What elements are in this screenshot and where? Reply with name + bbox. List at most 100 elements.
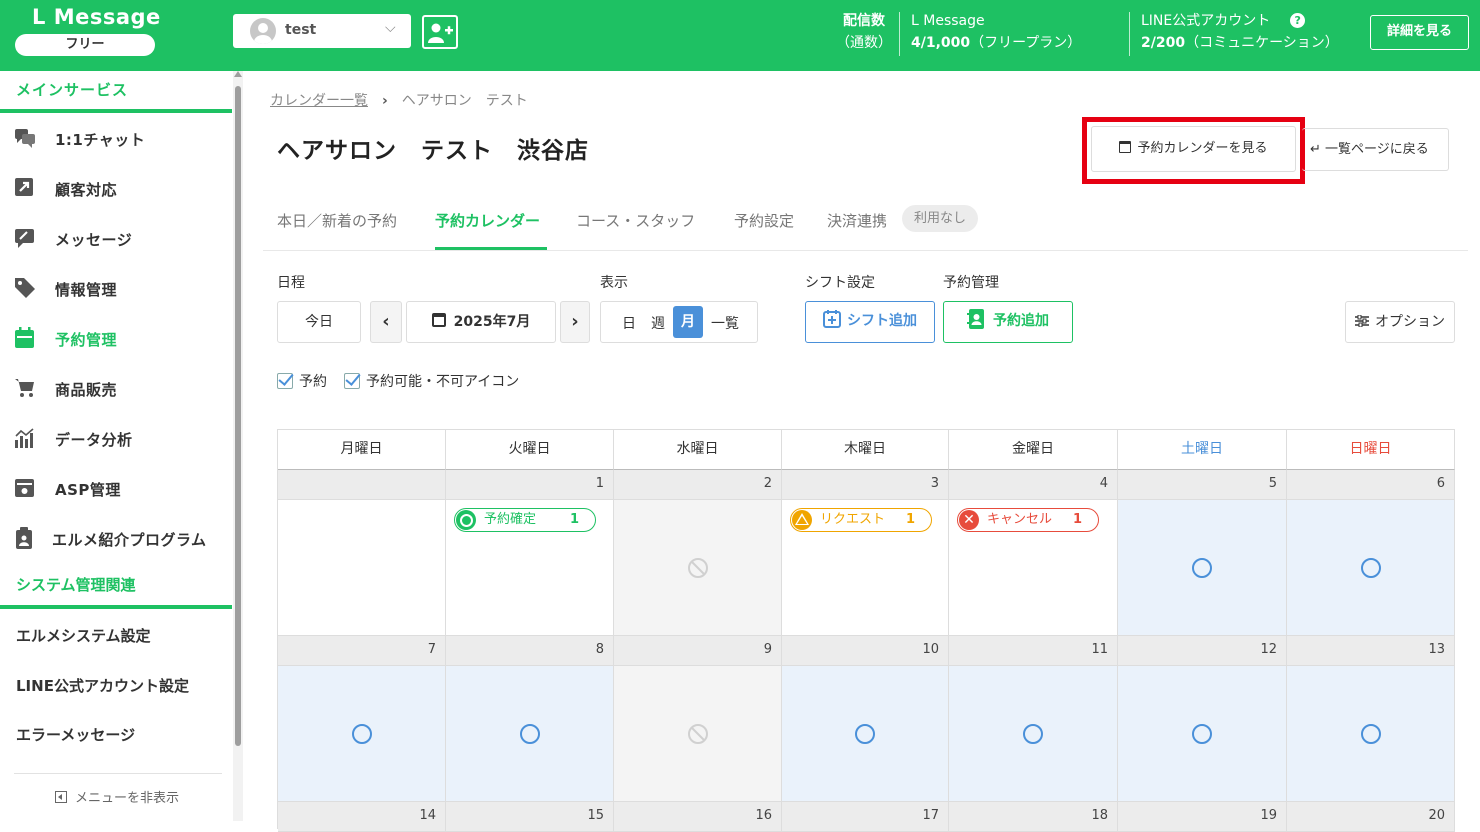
day-cell[interactable]: [949, 666, 1118, 802]
day-cell[interactable]: [446, 666, 614, 802]
sidebar-item-line-settings[interactable]: LINE公式アカウント設定: [16, 675, 189, 696]
request-reservations-pill[interactable]: リクエスト 1: [790, 508, 932, 532]
cart-icon: [15, 379, 34, 397]
day-number: 4: [949, 470, 1118, 500]
day-cell[interactable]: [1118, 500, 1287, 636]
add-shift-button[interactable]: シフト追加: [805, 301, 935, 343]
sidebar-item-referral[interactable]: エルメ紹介プログラム: [0, 519, 232, 559]
page-title: ヘアサロン テスト 渋谷店: [277, 138, 589, 164]
status-badge: 利用なし: [902, 205, 978, 232]
weekday-header: 火曜日: [446, 430, 614, 470]
tab-bar: 本日／新着の予約 予約カレンダー コース・スタッフ 予約設定 決済連携 利用なし: [263, 205, 1468, 251]
day-cell[interactable]: [614, 500, 782, 636]
view-month[interactable]: 月: [673, 306, 703, 338]
tab-payment[interactable]: 決済連携: [827, 210, 887, 231]
month-picker[interactable]: 2025年7月: [406, 301, 556, 343]
day-cell[interactable]: [278, 500, 446, 636]
options-button[interactable]: オプション: [1345, 301, 1455, 343]
calendar-icon: [431, 313, 446, 327]
tab-calendar[interactable]: 予約カレンダー: [435, 210, 540, 231]
day-number: 8: [446, 636, 614, 666]
filter-availability-checkbox[interactable]: 予約可能・不可アイコン: [344, 371, 519, 391]
breadcrumb-link[interactable]: カレンダー一覧: [270, 93, 368, 109]
account-name: test: [285, 22, 317, 38]
help-icon[interactable]: ?: [1290, 13, 1306, 28]
return-icon: ↵: [1310, 142, 1326, 157]
sidebar-item-asp[interactable]: ASP管理: [0, 469, 232, 509]
detail-button[interactable]: 詳細を見る: [1370, 15, 1469, 50]
prev-month-button[interactable]: ‹: [370, 301, 402, 343]
day-number: 11: [949, 636, 1118, 666]
day-number: 7: [278, 636, 446, 666]
schedule-label: 日程: [277, 275, 305, 291]
header-divider: [1129, 12, 1130, 56]
account-selector[interactable]: test ⌵: [233, 14, 411, 48]
cancelled-reservations-pill[interactable]: ✕ キャンセル 1: [957, 508, 1099, 532]
view-day[interactable]: 日: [622, 313, 636, 333]
sidebar-item-error-messages[interactable]: エラーメッセージ: [16, 724, 135, 745]
sidebar-section-system: システム管理関連: [16, 576, 136, 594]
available-icon: [1360, 558, 1381, 578]
sidebar-item-chat[interactable]: 1:1チャット: [0, 119, 232, 159]
day-number: 9: [614, 636, 782, 666]
available-icon: [351, 724, 372, 744]
day-cell[interactable]: ✕ キャンセル 1: [949, 500, 1118, 636]
next-month-button[interactable]: ›: [560, 301, 590, 343]
sidebar-scrollbar[interactable]: [233, 71, 243, 821]
top-header: L Message フリー test ⌵ 配信数 （通数） L Message …: [0, 0, 1480, 71]
avatar: [250, 18, 276, 44]
weekday-header: 水曜日: [614, 430, 782, 470]
sidebar-item-customer[interactable]: 顧客対応: [0, 169, 232, 209]
add-reservation-button[interactable]: 予約追加: [943, 301, 1073, 343]
tab-course-staff[interactable]: コース・スタッフ: [576, 210, 695, 231]
reservation-label: 予約管理: [943, 275, 999, 291]
sidebar-item-message[interactable]: メッセージ: [0, 219, 232, 259]
view-switcher: 日 週 月 一覧: [600, 301, 758, 343]
divider: [14, 773, 222, 774]
day-number: 18: [949, 802, 1118, 832]
chevron-right-icon: ›: [382, 93, 388, 109]
sidebar-item-reservation[interactable]: 予約管理: [0, 319, 232, 359]
today-button[interactable]: 今日: [277, 301, 361, 343]
day-cell[interactable]: [614, 666, 782, 802]
day-cell[interactable]: [1287, 500, 1455, 636]
calendar-icon: [15, 327, 34, 348]
view-calendar-button[interactable]: 予約カレンダーを見る: [1091, 126, 1296, 172]
scroll-thumb[interactable]: [235, 86, 241, 746]
add-account-button[interactable]: [422, 15, 458, 49]
app-logo[interactable]: L Message: [32, 5, 161, 29]
unavailable-icon: [687, 724, 708, 744]
day-cell[interactable]: [1118, 666, 1287, 802]
sidebar-item-sales[interactable]: 商品販売: [0, 369, 232, 409]
calendar-icon: [1119, 141, 1132, 153]
day-cell[interactable]: 予約確定 1: [446, 500, 614, 636]
weekday-header: 木曜日: [782, 430, 949, 470]
tab-today[interactable]: 本日／新着の予約: [277, 210, 397, 231]
tab-settings[interactable]: 予約設定: [734, 210, 794, 231]
confirmed-reservations-pill[interactable]: 予約確定 1: [454, 508, 596, 532]
day-cell[interactable]: [278, 666, 446, 802]
display-label: 表示: [600, 275, 628, 291]
sidebar-item-elme-settings[interactable]: エルメシステム設定: [16, 625, 151, 646]
plan-badge: フリー: [15, 34, 155, 56]
back-to-list-button[interactable]: ↵ 一覧ページに戻る: [1302, 128, 1449, 171]
day-number: 20: [1287, 802, 1455, 832]
day-cell[interactable]: [782, 666, 949, 802]
day-cell[interactable]: [1287, 666, 1455, 802]
sidebar-item-info[interactable]: 情報管理: [0, 269, 232, 309]
filter-reservation-checkbox[interactable]: 予約: [277, 371, 327, 391]
sidebar-item-analytics[interactable]: データ分析: [0, 419, 232, 459]
section-divider: [0, 605, 232, 609]
view-list[interactable]: 一覧: [711, 313, 739, 333]
view-week[interactable]: 週: [651, 313, 665, 333]
hide-menu-button[interactable]: メニューを非表示: [55, 787, 179, 806]
add-user-icon: [428, 23, 453, 43]
warning-icon: [792, 510, 812, 530]
day-cell[interactable]: リクエスト 1: [782, 500, 949, 636]
collapse-icon: [55, 791, 67, 803]
month-calendar: 月曜日 火曜日 水曜日 木曜日 金曜日 土曜日 日曜日 1 2 3 4 5 6 …: [277, 429, 1455, 832]
active-tab-indicator: [435, 247, 547, 250]
day-number: 12: [1118, 636, 1287, 666]
sliders-icon: [1355, 314, 1369, 328]
scroll-up-icon[interactable]: [234, 71, 242, 77]
